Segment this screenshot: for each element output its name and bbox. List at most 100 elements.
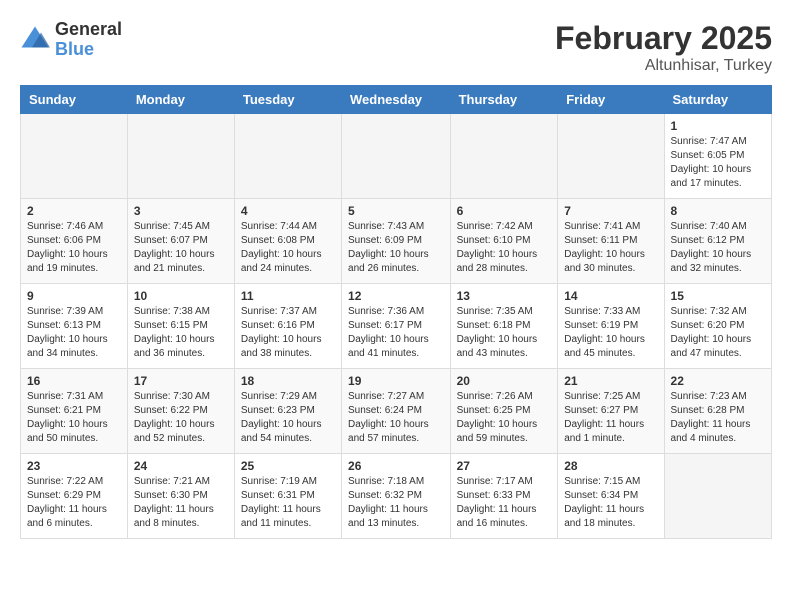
day-info: Sunrise: 7:35 AM Sunset: 6:18 PM Dayligh… xyxy=(457,305,552,361)
calendar-cell: 26 Sunrise: 7:18 AM Sunset: 6:32 PM Dayli… xyxy=(342,454,451,539)
logo-icon xyxy=(20,25,50,55)
day-number: 19 xyxy=(348,374,444,388)
day-number: 1 xyxy=(671,119,765,133)
day-number: 23 xyxy=(27,459,121,473)
title-section: February 2025 Altunhisar, Turkey xyxy=(555,20,772,75)
calendar-week-row: 23 Sunrise: 7:22 AM Sunset: 6:29 PM Dayli… xyxy=(21,454,772,539)
calendar-header-row: SundayMondayTuesdayWednesdayThursdayFrid… xyxy=(21,86,772,114)
calendar-cell xyxy=(127,114,234,199)
day-number: 8 xyxy=(671,204,765,218)
day-number: 28 xyxy=(564,459,657,473)
calendar-cell: 22 Sunrise: 7:23 AM Sunset: 6:28 PM Dayli… xyxy=(664,369,771,454)
logo-text: General Blue xyxy=(55,20,122,60)
day-info: Sunrise: 7:42 AM Sunset: 6:10 PM Dayligh… xyxy=(457,220,552,276)
calendar-cell xyxy=(234,114,341,199)
logo-blue: Blue xyxy=(55,40,122,60)
calendar-cell: 27Sunrise: 7:17 AM Sunset: 6:33 PM Dayli… xyxy=(450,454,558,539)
day-info: Sunrise: 7:45 AM Sunset: 6:07 PM Dayligh… xyxy=(134,220,228,276)
day-info: Sunrise: 7:46 AM Sunset: 6:06 PM Dayligh… xyxy=(27,220,121,276)
day-number: 16 xyxy=(27,374,121,388)
calendar-cell: 4 Sunrise: 7:44 AM Sunset: 6:08 PM Daylig… xyxy=(234,199,341,284)
calendar-header-monday: Monday xyxy=(127,86,234,114)
day-info: Sunrise: 7:40 AM Sunset: 6:12 PM Dayligh… xyxy=(671,220,765,276)
calendar-cell xyxy=(342,114,451,199)
calendar-cell: 11 Sunrise: 7:37 AM Sunset: 6:16 PM Dayli… xyxy=(234,284,341,369)
day-number: 24 xyxy=(134,459,228,473)
calendar-cell xyxy=(558,114,664,199)
calendar-cell: 14 Sunrise: 7:33 AM Sunset: 6:19 PM Dayli… xyxy=(558,284,664,369)
day-number: 5 xyxy=(348,204,444,218)
day-number: 10 xyxy=(134,289,228,303)
calendar-cell: 12 Sunrise: 7:36 AM Sunset: 6:17 PM Dayli… xyxy=(342,284,451,369)
calendar-cell: 25Sunrise: 7:19 AM Sunset: 6:31 PM Dayli… xyxy=(234,454,341,539)
calendar-header-saturday: Saturday xyxy=(664,86,771,114)
day-info: Sunrise: 7:37 AM Sunset: 6:16 PM Dayligh… xyxy=(241,305,335,361)
day-info: Sunrise: 7:23 AM Sunset: 6:28 PM Dayligh… xyxy=(671,390,765,446)
day-number: 11 xyxy=(241,289,335,303)
day-number: 13 xyxy=(457,289,552,303)
calendar-header-friday: Friday xyxy=(558,86,664,114)
day-info: Sunrise: 7:27 AM Sunset: 6:24 PM Dayligh… xyxy=(348,390,444,446)
calendar: SundayMondayTuesdayWednesdayThursdayFrid… xyxy=(20,85,772,539)
day-info: Sunrise: 7:31 AM Sunset: 6:21 PM Dayligh… xyxy=(27,390,121,446)
day-number: 15 xyxy=(671,289,765,303)
day-info: Sunrise: 7:33 AM Sunset: 6:19 PM Dayligh… xyxy=(564,305,657,361)
calendar-cell: 9 Sunrise: 7:39 AM Sunset: 6:13 PM Daylig… xyxy=(21,284,128,369)
calendar-header-sunday: Sunday xyxy=(21,86,128,114)
day-info: Sunrise: 7:18 AM Sunset: 6:32 PM Dayligh… xyxy=(348,475,444,531)
day-info: Sunrise: 7:43 AM Sunset: 6:09 PM Dayligh… xyxy=(348,220,444,276)
calendar-cell: 20 Sunrise: 7:26 AM Sunset: 6:25 PM Dayli… xyxy=(450,369,558,454)
calendar-header-tuesday: Tuesday xyxy=(234,86,341,114)
calendar-cell: 23 Sunrise: 7:22 AM Sunset: 6:29 PM Dayli… xyxy=(21,454,128,539)
calendar-cell xyxy=(450,114,558,199)
calendar-header-wednesday: Wednesday xyxy=(342,86,451,114)
calendar-cell: 19 Sunrise: 7:27 AM Sunset: 6:24 PM Dayli… xyxy=(342,369,451,454)
day-number: 7 xyxy=(564,204,657,218)
day-info: Sunrise: 7:32 AM Sunset: 6:20 PM Dayligh… xyxy=(671,305,765,361)
day-number: 22 xyxy=(671,374,765,388)
day-info: Sunrise: 7:38 AM Sunset: 6:15 PM Dayligh… xyxy=(134,305,228,361)
day-info: Sunrise: 7:15 AM Sunset: 6:34 PM Dayligh… xyxy=(564,475,657,531)
calendar-week-row: 9 Sunrise: 7:39 AM Sunset: 6:13 PM Daylig… xyxy=(21,284,772,369)
day-number: 2 xyxy=(27,204,121,218)
day-number: 26 xyxy=(348,459,444,473)
day-info: Sunrise: 7:22 AM Sunset: 6:29 PM Dayligh… xyxy=(27,475,121,531)
calendar-cell: 1 Sunrise: 7:47 AM Sunset: 6:05 PM Daylig… xyxy=(664,114,771,199)
calendar-cell: 7Sunrise: 7:41 AM Sunset: 6:11 PM Daylig… xyxy=(558,199,664,284)
day-number: 25 xyxy=(241,459,335,473)
calendar-cell: 2 Sunrise: 7:46 AM Sunset: 6:06 PM Daylig… xyxy=(21,199,128,284)
logo: General Blue xyxy=(20,20,122,60)
day-number: 9 xyxy=(27,289,121,303)
day-info: Sunrise: 7:26 AM Sunset: 6:25 PM Dayligh… xyxy=(457,390,552,446)
day-number: 20 xyxy=(457,374,552,388)
calendar-cell: 24 Sunrise: 7:21 AM Sunset: 6:30 PM Dayli… xyxy=(127,454,234,539)
calendar-week-row: 2 Sunrise: 7:46 AM Sunset: 6:06 PM Daylig… xyxy=(21,199,772,284)
calendar-cell: 16 Sunrise: 7:31 AM Sunset: 6:21 PM Dayli… xyxy=(21,369,128,454)
calendar-cell: 18 Sunrise: 7:29 AM Sunset: 6:23 PM Dayli… xyxy=(234,369,341,454)
calendar-cell xyxy=(664,454,771,539)
day-info: Sunrise: 7:47 AM Sunset: 6:05 PM Dayligh… xyxy=(671,135,765,191)
day-info: Sunrise: 7:36 AM Sunset: 6:17 PM Dayligh… xyxy=(348,305,444,361)
calendar-cell: 5 Sunrise: 7:43 AM Sunset: 6:09 PM Daylig… xyxy=(342,199,451,284)
day-info: Sunrise: 7:21 AM Sunset: 6:30 PM Dayligh… xyxy=(134,475,228,531)
calendar-cell: 17Sunrise: 7:30 AM Sunset: 6:22 PM Dayli… xyxy=(127,369,234,454)
page-header: General Blue February 2025 Altunhisar, T… xyxy=(20,20,772,75)
day-number: 21 xyxy=(564,374,657,388)
calendar-cell: 8 Sunrise: 7:40 AM Sunset: 6:12 PM Daylig… xyxy=(664,199,771,284)
day-number: 4 xyxy=(241,204,335,218)
day-info: Sunrise: 7:29 AM Sunset: 6:23 PM Dayligh… xyxy=(241,390,335,446)
day-info: Sunrise: 7:44 AM Sunset: 6:08 PM Dayligh… xyxy=(241,220,335,276)
calendar-cell xyxy=(21,114,128,199)
day-info: Sunrise: 7:39 AM Sunset: 6:13 PM Dayligh… xyxy=(27,305,121,361)
calendar-cell: 15 Sunrise: 7:32 AM Sunset: 6:20 PM Dayli… xyxy=(664,284,771,369)
day-number: 12 xyxy=(348,289,444,303)
calendar-week-row: 16 Sunrise: 7:31 AM Sunset: 6:21 PM Dayli… xyxy=(21,369,772,454)
day-number: 18 xyxy=(241,374,335,388)
day-info: Sunrise: 7:17 AM Sunset: 6:33 PM Dayligh… xyxy=(457,475,552,531)
calendar-week-row: 1 Sunrise: 7:47 AM Sunset: 6:05 PM Daylig… xyxy=(21,114,772,199)
calendar-cell: 21Sunrise: 7:25 AM Sunset: 6:27 PM Dayli… xyxy=(558,369,664,454)
calendar-cell: 6Sunrise: 7:42 AM Sunset: 6:10 PM Daylig… xyxy=(450,199,558,284)
calendar-cell: 3 Sunrise: 7:45 AM Sunset: 6:07 PM Daylig… xyxy=(127,199,234,284)
day-number: 3 xyxy=(134,204,228,218)
day-number: 14 xyxy=(564,289,657,303)
